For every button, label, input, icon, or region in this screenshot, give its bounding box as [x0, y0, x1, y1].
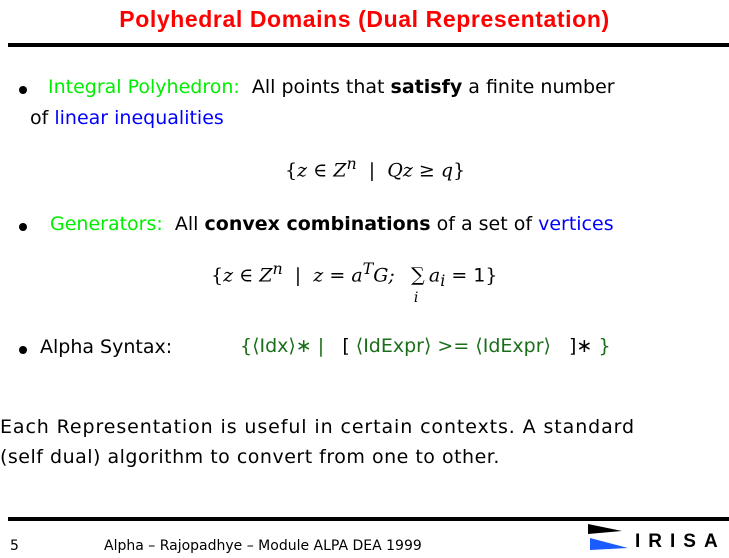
- logo-flag-bottom: [590, 538, 628, 550]
- syntax-part: }: [598, 335, 611, 357]
- brace: }: [453, 159, 466, 182]
- bullet-blue-text: linear inequalities: [54, 107, 224, 129]
- bullet-text: of a set of: [436, 213, 533, 235]
- math-op: =: [451, 264, 468, 287]
- bullet-integral-polyhedron-line2: of linear inequalities: [30, 107, 224, 129]
- page-number: 5: [10, 538, 19, 554]
- bullet-blue-text: vertices: [538, 213, 614, 235]
- formula-inequalities: {z ∈ Zn | Qz ≥ q}: [285, 154, 465, 181]
- logo-text: IRISA: [635, 531, 726, 552]
- math-set: Z: [333, 159, 347, 182]
- math-num: 1: [473, 264, 486, 287]
- bullet-label: Integral Polyhedron:: [48, 76, 240, 98]
- syntax-part: {⟨Idx⟩∗ |: [240, 335, 325, 357]
- bullet-bold-text: convex combinations: [204, 213, 431, 235]
- syntax-part: ⟨IdExpr⟩ >= ⟨IdExpr⟩: [355, 335, 551, 357]
- math-var: G;: [373, 264, 395, 287]
- brace: {: [285, 159, 298, 182]
- syntax-part: ]∗: [569, 335, 593, 357]
- alpha-syntax: {⟨Idx⟩∗ | [ ⟨IdExpr⟩ >= ⟨IdExpr⟩ ]∗ }: [240, 335, 611, 357]
- bullet-text: All: [174, 213, 199, 235]
- bullet-label: Generators:: [50, 213, 163, 235]
- bullet-text: a finite number: [468, 76, 615, 98]
- title-divider: [8, 43, 729, 47]
- bullet-text: of: [30, 107, 49, 129]
- math-var: q: [440, 159, 454, 182]
- math-sup: n: [346, 154, 357, 173]
- footer-text: Alpha – Rajopadhye – Module ALPA DEA 199…: [104, 538, 422, 554]
- math-op: ≥: [418, 159, 435, 182]
- math-sub: i: [413, 290, 419, 307]
- brace: }: [485, 264, 498, 287]
- bullet-icon: [19, 346, 27, 354]
- bullet-alpha-syntax-label: Alpha Syntax:: [40, 336, 173, 358]
- paragraph-line-2: (self dual) algorithm to convert from on…: [0, 446, 500, 468]
- bullet-icon: [19, 223, 27, 231]
- irisa-logo: IRISA: [588, 522, 728, 554]
- bullet-text: All points that: [251, 76, 385, 98]
- math-var: a: [351, 264, 363, 287]
- math-var: Qz: [387, 159, 413, 182]
- math-op: ∈: [313, 159, 328, 182]
- math-var: z: [313, 264, 324, 287]
- math-var: z: [297, 159, 308, 182]
- math-op: ∈: [239, 264, 254, 287]
- math-set: Z: [259, 264, 273, 287]
- logo-flag-top: [588, 524, 622, 534]
- bullet-icon: [19, 86, 27, 94]
- math-var: a: [428, 264, 441, 287]
- irisa-flag-icon: IRISA: [588, 524, 726, 552]
- math-op: ∑: [411, 264, 425, 287]
- math-op: |: [294, 264, 302, 287]
- math-var: z: [223, 264, 234, 287]
- math-sub: i: [440, 271, 446, 291]
- math-op: |: [368, 159, 376, 182]
- syntax-part: [: [342, 335, 350, 357]
- math-op: =: [329, 264, 346, 287]
- sum-symbol: ∑ i: [407, 264, 429, 306]
- math-sup: T: [362, 259, 374, 278]
- bullet-bold-text: satisfy: [390, 76, 463, 98]
- bullet-integral-polyhedron: Integral Polyhedron: All points that sat…: [48, 76, 615, 98]
- brace: {: [211, 264, 224, 287]
- footer-divider: [8, 517, 729, 521]
- paragraph-line-1: Each Representation is useful in certain…: [0, 416, 635, 438]
- slide-title: Polyhedral Domains (Dual Representation): [119, 6, 610, 32]
- math-sup: n: [272, 259, 283, 278]
- bullet-generators: Generators: All convex combinations of a…: [50, 213, 614, 235]
- formula-generators: {z ∈ Zn | z = aTG; ∑ i ai = 1}: [211, 259, 498, 306]
